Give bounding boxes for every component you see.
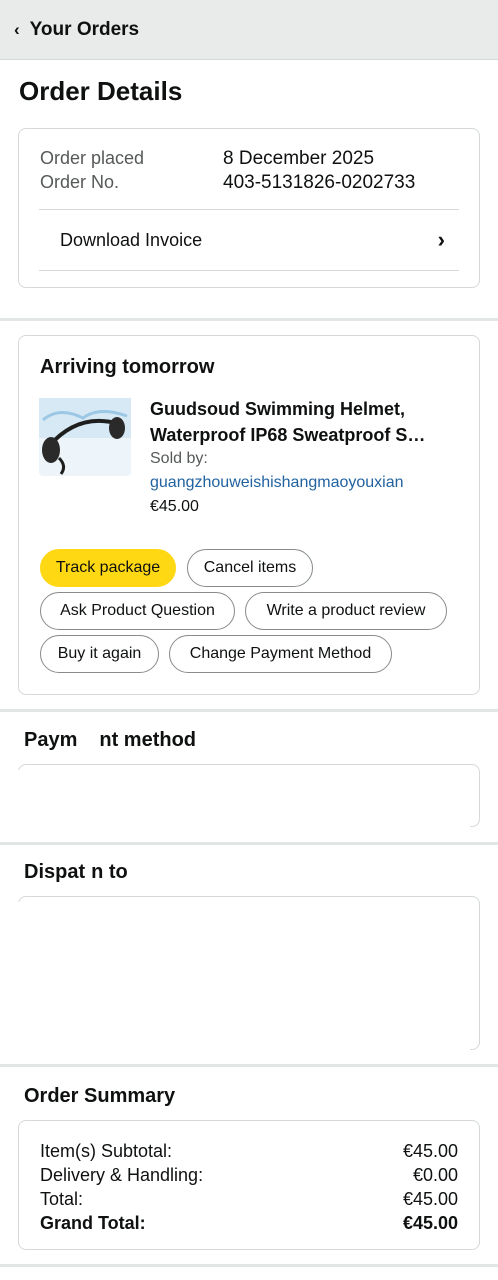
- summary-row-value: €45.00: [402, 1141, 458, 1161]
- order-number-value: 403-5131826-0202733: [223, 172, 416, 193]
- product-price: €45.00: [150, 498, 199, 515]
- dispatch-to-heading: Dispat n to: [24, 861, 128, 884]
- back-to-orders-bar[interactable]: ‹ Your Orders: [0, 0, 498, 60]
- payment-heading-part-2: nt method: [99, 729, 197, 751]
- page-title: Order Details: [19, 76, 183, 106]
- payment-method-heading: Paym nt method: [24, 729, 196, 752]
- write-review-button[interactable]: Write a product review: [245, 592, 447, 630]
- summary-row: Item(s) Subtotal: €45.00: [40, 1139, 458, 1163]
- section-divider: [0, 1264, 498, 1267]
- dispatch-heading-part-1: Dispat: [24, 861, 86, 883]
- summary-row: Delivery & Handling: €0.00: [40, 1163, 458, 1187]
- product-title-line-1: Guudsoud Swimming Helmet,: [150, 399, 406, 419]
- change-payment-method-button[interactable]: Change Payment Method: [169, 635, 392, 673]
- section-divider: [0, 1064, 498, 1067]
- product-title-line-2: Waterproof IP68 Sweatproof S…: [150, 425, 426, 445]
- order-info-card: Order placed 8 December 2025 Order No. 4…: [18, 128, 480, 288]
- order-placed-value: 8 December 2025: [223, 148, 375, 169]
- track-package-button[interactable]: Track package: [40, 549, 176, 587]
- section-divider: [0, 709, 498, 712]
- sold-by-label: Sold by:: [150, 450, 208, 467]
- delivery-status: Arriving tomorrow: [40, 356, 215, 378]
- order-summary-heading: Order Summary: [24, 1085, 176, 1107]
- download-invoice-label: Download Invoice: [60, 229, 203, 250]
- chevron-left-icon: ‹: [14, 19, 20, 39]
- section-divider: [0, 842, 498, 845]
- order-placed-label: Order placed: [40, 148, 145, 168]
- summary-row-value: €45.00: [402, 1189, 458, 1209]
- dispatch-heading-part-2: n to: [91, 861, 128, 883]
- summary-row-label: Total:: [40, 1189, 84, 1209]
- chevron-right-icon: ›: [437, 227, 445, 252]
- grand-total-row: Grand Total: €45.00: [40, 1211, 458, 1235]
- headphones-image: [39, 398, 131, 475]
- buy-it-again-button[interactable]: Buy it again: [40, 635, 159, 673]
- cancel-items-button[interactable]: Cancel items: [187, 549, 313, 587]
- product-title[interactable]: Guudsoud Swimming Helmet, Waterproof IP6…: [150, 396, 470, 448]
- order-summary-card: Item(s) Subtotal: €45.00 Delivery & Hand…: [18, 1120, 480, 1250]
- section-divider: [0, 318, 498, 321]
- grand-total-label: Grand Total:: [40, 1213, 146, 1233]
- summary-row: Total: €45.00: [40, 1187, 458, 1211]
- summary-row-label: Item(s) Subtotal:: [40, 1141, 173, 1161]
- order-number-label: Order No.: [40, 172, 120, 192]
- ask-product-question-button[interactable]: Ask Product Question: [40, 592, 235, 630]
- payment-heading-part-1: Paym: [24, 729, 78, 751]
- product-image[interactable]: [39, 398, 131, 476]
- summary-row-value: €0.00: [412, 1165, 458, 1185]
- grand-total-value: €45.00: [402, 1213, 458, 1233]
- back-label: Your Orders: [29, 18, 140, 40]
- redaction: [0, 902, 470, 1060]
- download-invoice-row[interactable]: Download Invoice ›: [39, 209, 459, 271]
- seller-link[interactable]: guangzhouweishishangmaoyouxian: [150, 474, 404, 492]
- redaction: [0, 770, 470, 838]
- shipment-card: Arriving tomorrow Guudsoud Swimming Helm…: [18, 335, 480, 695]
- summary-row-label: Delivery & Handling:: [40, 1165, 204, 1185]
